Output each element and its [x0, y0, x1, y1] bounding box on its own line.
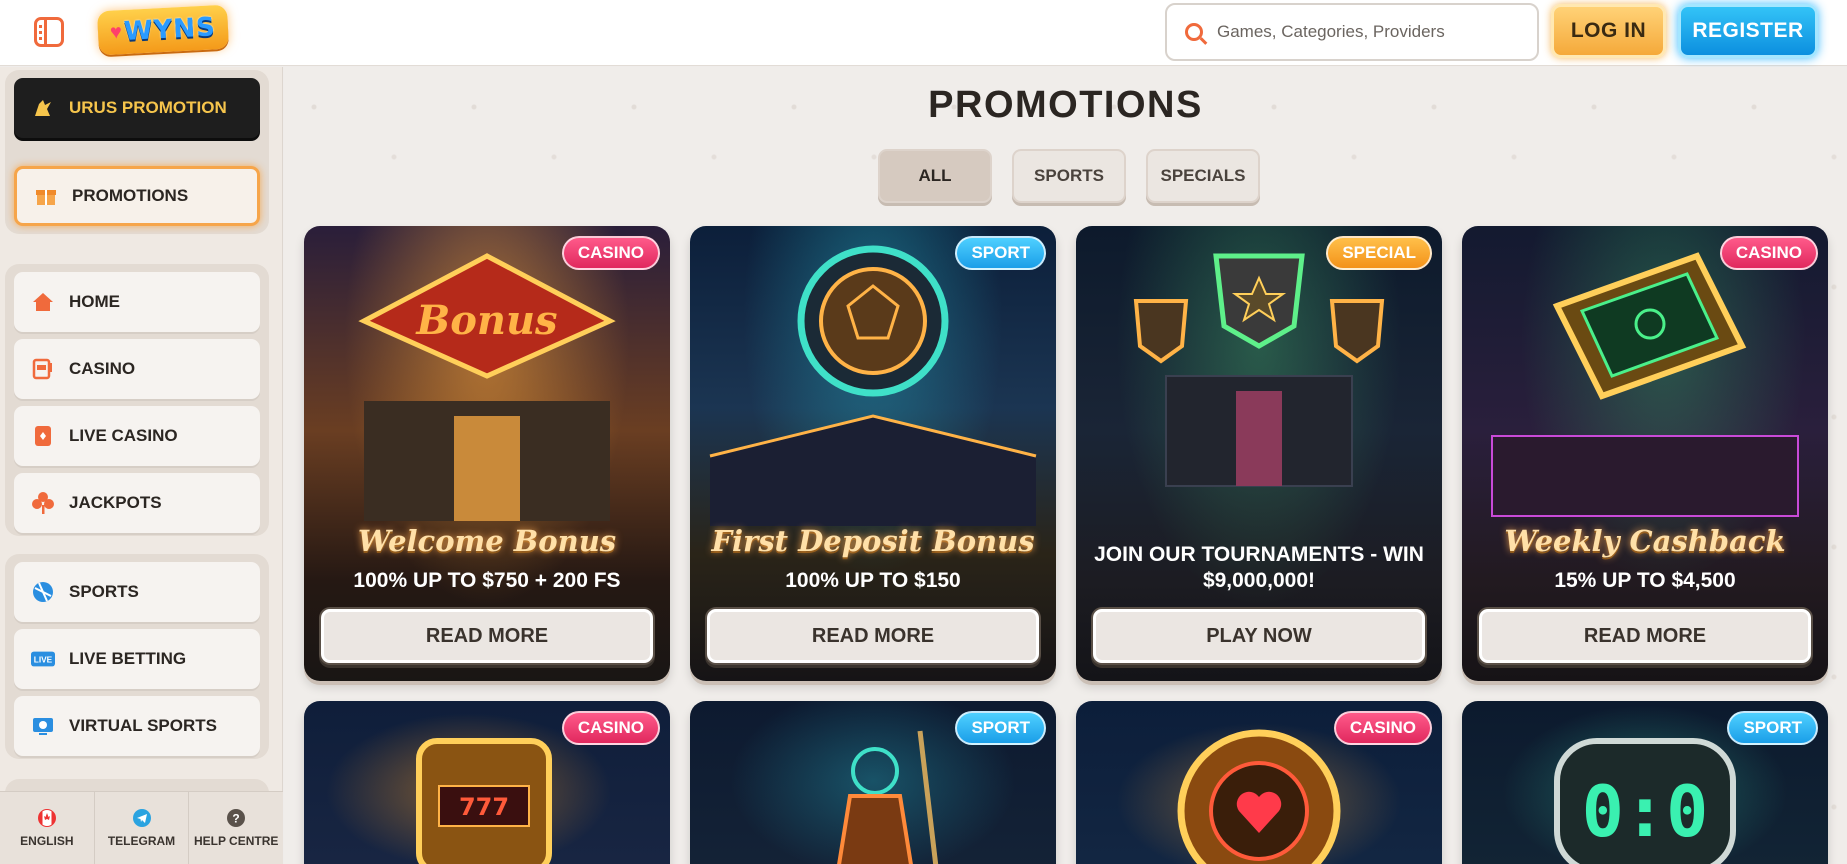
- card-title: Weekly Cashback: [1504, 524, 1786, 558]
- page-title: PROMOTIONS: [928, 84, 1203, 126]
- register-button[interactable]: REGISTER: [1678, 4, 1818, 58]
- trophy-illustration: [1133, 253, 1385, 487]
- sidebar-item-live-betting[interactable]: LIVE LIVE BETTING: [14, 629, 260, 689]
- soccer-ball-illustration: [709, 245, 1037, 526]
- play-now-button[interactable]: PLAY NOW: [1093, 609, 1425, 663]
- sidebar-item-sports[interactable]: SPORTS: [14, 562, 260, 622]
- language-selector[interactable]: ENGLISH: [0, 792, 95, 864]
- help-icon: ?: [227, 808, 246, 827]
- category-badge: CASINO: [1719, 236, 1818, 270]
- card-title: First Deposit Bonus: [711, 524, 1035, 558]
- footer-label: ENGLISH: [20, 833, 74, 848]
- sidebar-item-home[interactable]: HOME: [14, 272, 260, 332]
- gift-icon: [34, 184, 58, 208]
- sidebar-item-label: VIRTUAL SPORTS: [69, 716, 217, 735]
- sidebar-toggle-icon[interactable]: [34, 17, 64, 47]
- read-more-button[interactable]: READ MORE: [1479, 609, 1811, 663]
- read-more-button[interactable]: READ MORE: [321, 609, 653, 663]
- svg-text:Bonus: Bonus: [415, 297, 557, 344]
- login-button[interactable]: LOG IN: [1551, 4, 1666, 58]
- bull-icon: [31, 96, 55, 120]
- promo-card-free-spins[interactable]: 777 CASINO: [304, 701, 670, 864]
- sidebar: URUS PROMOTION PROMOTIONS HOME CASINO LI…: [0, 67, 283, 864]
- card-title: Welcome Bonus: [357, 524, 617, 558]
- promo-card-casino-chip[interactable]: CASINO: [1076, 701, 1442, 864]
- sidebar-item-label: CASINO: [69, 359, 136, 378]
- home-icon: [31, 290, 55, 314]
- site-logo[interactable]: ♥ WYNS: [96, 4, 229, 56]
- telegram-link[interactable]: TELEGRAM: [95, 792, 190, 864]
- sidebar-item-label: LIVE CASINO: [69, 426, 178, 445]
- sidebar-item-urus-promotion[interactable]: URUS PROMOTION: [14, 78, 260, 138]
- card-subtitle: 15% UP TO $4,500: [1554, 569, 1736, 592]
- slot-machine-icon: [31, 357, 55, 381]
- virtual-icon: [31, 714, 55, 738]
- category-badge: SPECIAL: [1326, 236, 1432, 270]
- search-icon: [1185, 23, 1203, 41]
- heart-icon: ♥: [109, 20, 123, 44]
- card-subtitle: JOIN OUR TOURNAMENTS - WIN $9,000,000!: [1094, 543, 1424, 592]
- sidebar-item-label: LIVE BETTING: [69, 649, 187, 668]
- search-input[interactable]: [1217, 22, 1517, 42]
- footer-label: TELEGRAM: [107, 833, 176, 848]
- sidebar-sports-group: SPORTS LIVE LIVE BETTING VIRTUAL SPORTS: [5, 554, 269, 759]
- sidebar-item-live-casino[interactable]: LIVE CASINO: [14, 406, 260, 466]
- sidebar-casino-group: HOME CASINO LIVE CASINO JACKPOTS: [5, 264, 269, 536]
- card-icon: [31, 424, 55, 448]
- read-more-button[interactable]: READ MORE: [707, 609, 1039, 663]
- category-badge: SPORT: [1727, 711, 1818, 745]
- sidebar-item-label: SPORTS: [69, 582, 139, 601]
- sidebar-item-virtual-sports[interactable]: VIRTUAL SPORTS: [14, 696, 260, 756]
- cash-illustration: [1491, 252, 1799, 517]
- promo-card-sport-cowboy[interactable]: SPORT: [690, 701, 1056, 864]
- sidebar-item-label: HOME: [69, 292, 120, 311]
- svg-text:0:0: 0:0: [1582, 771, 1708, 853]
- canada-flag-icon: [37, 808, 56, 827]
- category-badge: CASINO: [561, 711, 660, 745]
- category-badge: SPORT: [955, 236, 1046, 270]
- sidebar-footer: ENGLISH TELEGRAM ? HELP CENTRE: [0, 791, 283, 864]
- sidebar-item-label: JACKPOTS: [69, 493, 162, 512]
- sidebar-item-label: URUS PROMOTION: [69, 98, 227, 117]
- sidebar-item-casino[interactable]: CASINO: [14, 339, 260, 399]
- neon-sign-illustration: Bonus: [358, 253, 616, 521]
- promotion-filter-tabs: ALL SPORTS SPECIALS: [878, 149, 1260, 203]
- category-badge: CASINO: [561, 236, 660, 270]
- sidebar-promo-group: URUS PROMOTION PROMOTIONS: [5, 70, 269, 234]
- card-subtitle: 100% UP TO $150: [785, 569, 961, 592]
- tab-specials[interactable]: SPECIALS: [1146, 149, 1260, 203]
- promo-card-weekly-cashback[interactable]: CASINO Weekly Cashback 15% UP TO $4,500 …: [1462, 226, 1828, 681]
- logo-text: WYNS: [123, 12, 217, 48]
- svg-text:777: 777: [459, 793, 509, 821]
- category-badge: CASINO: [1333, 711, 1432, 745]
- promo-card-tournaments[interactable]: SPECIAL JOIN OUR TOURNAMENTS - WIN $9,00…: [1076, 226, 1442, 681]
- category-badge: SPORT: [955, 711, 1046, 745]
- svg-text:LIVE: LIVE: [34, 655, 53, 665]
- card-subtitle: 100% UP TO $750 + 200 FS: [353, 569, 621, 592]
- sidebar-item-jackpots[interactable]: JACKPOTS: [14, 473, 260, 533]
- sidebar-item-promotions[interactable]: PROMOTIONS: [14, 166, 260, 226]
- promo-card-sport-score[interactable]: 0:0 SPORT: [1462, 701, 1828, 864]
- promo-card-welcome-bonus[interactable]: Bonus CASINO Welcome Bonus 100% UP TO $7…: [304, 226, 670, 681]
- top-header: ♥ WYNS LOG IN REGISTER: [0, 0, 1847, 66]
- help-centre-link[interactable]: ? HELP CENTRE: [189, 792, 283, 864]
- main-content: PROMOTIONS ALL SPORTS SPECIALS Bonus CAS…: [284, 67, 1847, 864]
- live-icon: LIVE: [31, 647, 55, 671]
- promo-card-first-deposit[interactable]: SPORT First Deposit Bonus 100% UP TO $15…: [690, 226, 1056, 681]
- tab-all[interactable]: ALL: [878, 149, 992, 203]
- ball-icon: [31, 580, 55, 604]
- search-box[interactable]: [1165, 3, 1539, 61]
- tab-sports[interactable]: SPORTS: [1012, 149, 1126, 203]
- footer-label: HELP CENTRE: [193, 833, 279, 848]
- sidebar-item-label: PROMOTIONS: [72, 186, 189, 205]
- svg-text:?: ?: [233, 811, 240, 825]
- clover-icon: [31, 491, 55, 515]
- telegram-icon: [132, 808, 151, 827]
